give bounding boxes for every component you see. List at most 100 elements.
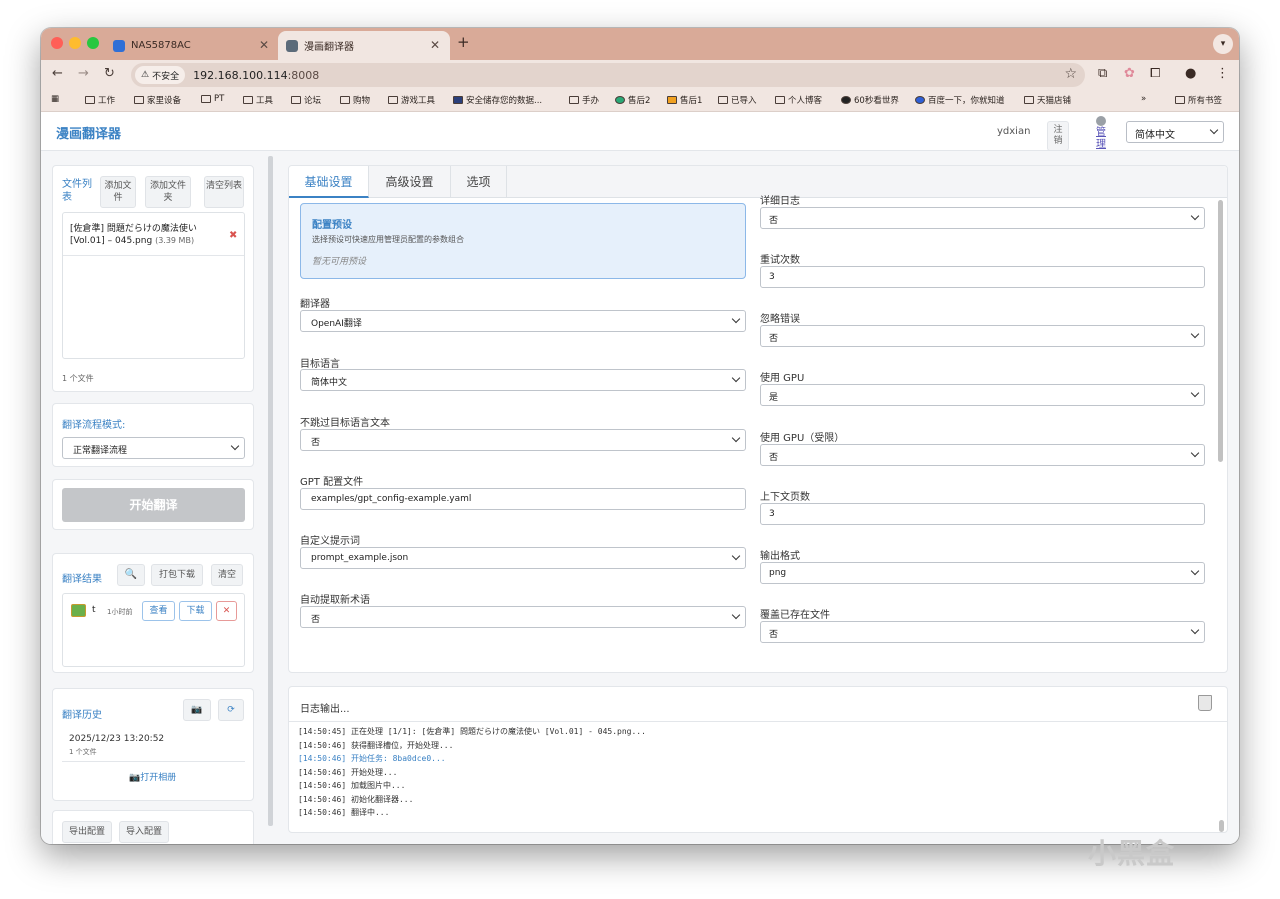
- log-scrollbar-thumb[interactable]: [1219, 820, 1224, 832]
- bookmark-item[interactable]: 购物: [340, 94, 370, 106]
- chevron-down-icon: [731, 373, 741, 383]
- list-item[interactable]: [佐倉準] 問題だらけの魔法使い [Vol.01] – 045.png (3.3…: [70, 223, 220, 247]
- bookmark-item[interactable]: 60秒看世界: [841, 94, 899, 106]
- apps-grid-icon[interactable]: ▦: [51, 94, 59, 104]
- bookmark-star-icon[interactable]: ☆: [1064, 66, 1077, 82]
- bookmark-item[interactable]: 家里设备: [134, 94, 181, 106]
- minimize-window-button[interactable]: [69, 37, 81, 49]
- tab-options[interactable]: 选项: [451, 166, 507, 198]
- overwrite-files-select[interactable]: 否: [760, 621, 1205, 643]
- close-tab-icon[interactable]: ✕: [430, 38, 440, 52]
- camera-icon[interactable]: 📷: [183, 699, 211, 721]
- view-result-button[interactable]: 查看: [142, 601, 175, 621]
- export-config-button[interactable]: 导出配置: [62, 821, 112, 843]
- ignore-errors-select[interactable]: 否: [760, 325, 1205, 347]
- bookmark-item[interactable]: 已导入: [718, 94, 757, 106]
- panel-resizer[interactable]: [268, 156, 273, 826]
- nas-favicon-icon: [113, 39, 125, 52]
- download-result-button[interactable]: 下载: [179, 601, 212, 621]
- browser-menu-icon[interactable]: ⋮: [1216, 66, 1229, 81]
- tab-search-chevron-icon[interactable]: ▾: [1213, 34, 1233, 54]
- divider: [289, 721, 1227, 722]
- address-bar[interactable]: ⚠ 不安全 192.168.100.114:8008 ☆: [131, 63, 1085, 87]
- chevron-down-icon: [731, 314, 741, 324]
- verbose-log-label: 详细日志: [760, 196, 800, 207]
- target-language-select[interactable]: 简体中文: [300, 369, 746, 391]
- bookmark-item[interactable]: 售后1: [667, 94, 702, 106]
- auto-extract-terms-select[interactable]: 否: [300, 606, 746, 628]
- add-folder-button[interactable]: 添加文件夹: [145, 176, 191, 208]
- bookmark-item[interactable]: 论坛: [291, 94, 321, 106]
- gpt-config-input[interactable]: examples/gpt_config-example.yaml: [300, 488, 746, 510]
- no-skip-target-select[interactable]: 否: [300, 429, 746, 451]
- preset-title: 配置预设: [312, 220, 352, 231]
- bookmark-item[interactable]: 天猫店铺: [1024, 94, 1071, 106]
- refresh-icon[interactable]: ⟳: [218, 699, 244, 721]
- delete-result-icon[interactable]: ✕: [216, 601, 237, 621]
- remove-file-icon[interactable]: ✖: [229, 230, 237, 241]
- profile-avatar-icon[interactable]: ●: [1185, 66, 1196, 81]
- log-line: [14:50:46] 开始任务: 8ba0dce0...: [298, 754, 446, 763]
- settings-scrollbar[interactable]: [1218, 197, 1224, 667]
- bookmark-item[interactable]: 手办: [569, 94, 599, 106]
- file-list-box: [佐倉準] 問題だらけの魔法使い [Vol.01] – 045.png (3.3…: [62, 212, 245, 359]
- bookmarks-overflow-button[interactable]: »: [1141, 94, 1146, 104]
- tab-basic-settings[interactable]: 基础设置: [289, 166, 369, 198]
- result-time: 1小时前: [107, 608, 133, 616]
- back-arrow-icon[interactable]: ←: [52, 66, 63, 81]
- bookmark-item[interactable]: PT: [201, 94, 224, 104]
- workflow-select[interactable]: 正常翻译流程: [62, 437, 245, 459]
- open-album-link[interactable]: 📷打开相册: [129, 770, 176, 783]
- admin-button[interactable]: 管 理: [1090, 113, 1112, 150]
- extension-pink-icon[interactable]: ✿: [1124, 66, 1135, 81]
- security-chip[interactable]: ⚠ 不安全: [135, 66, 186, 84]
- pack-download-button[interactable]: 打包下载: [151, 564, 203, 586]
- bookmark-item[interactable]: 安全储存您的数据...: [453, 94, 542, 106]
- reload-icon[interactable]: ↻: [104, 66, 115, 81]
- new-tab-button[interactable]: +: [457, 33, 470, 51]
- extension-icon[interactable]: ⧉: [1098, 66, 1107, 81]
- history-label: 翻译历史: [62, 710, 102, 721]
- start-translate-button[interactable]: 开始翻译: [62, 488, 245, 522]
- verbose-log-select[interactable]: 否: [760, 207, 1205, 229]
- ignore-errors-label: 忽略错误: [760, 314, 800, 325]
- bookmark-item[interactable]: 个人博客: [775, 94, 822, 106]
- add-file-button[interactable]: 添加文件: [100, 176, 136, 208]
- logout-button[interactable]: 注 销: [1047, 121, 1069, 151]
- custom-prompt-select[interactable]: prompt_example.json: [300, 547, 746, 569]
- context-pages-input[interactable]: 3: [760, 503, 1205, 525]
- scrollbar-thumb[interactable]: [1218, 200, 1223, 462]
- page-favicon-icon: [286, 39, 298, 52]
- language-select[interactable]: 简体中文: [1126, 121, 1224, 143]
- tab-advanced-settings[interactable]: 高级设置: [369, 166, 451, 198]
- retry-count-input[interactable]: 3: [760, 266, 1205, 288]
- search-icon[interactable]: 🔍: [117, 564, 145, 586]
- output-format-select[interactable]: png: [760, 562, 1205, 584]
- bookmark-item[interactable]: 游戏工具: [388, 94, 435, 106]
- import-config-button[interactable]: 导入配置: [119, 821, 169, 843]
- clear-results-button[interactable]: 清空: [211, 564, 243, 586]
- use-gpu-select[interactable]: 是: [760, 384, 1205, 406]
- chevron-down-icon: [230, 441, 240, 451]
- bookmark-item[interactable]: 工作: [85, 94, 115, 106]
- tab-strip: NAS5878AC ✕ 漫画翻译器 ✕ + ▾: [41, 28, 1239, 60]
- use-gpu-limited-select[interactable]: 否: [760, 444, 1205, 466]
- close-window-button[interactable]: [51, 37, 63, 49]
- bookmark-item[interactable]: 工具: [243, 94, 273, 106]
- maximize-window-button[interactable]: [87, 37, 99, 49]
- trash-icon[interactable]: [1198, 695, 1212, 711]
- file-list-panel: 文件列表 添加文件 添加文件夹 清空列表 [佐倉準] 問題だらけの魔法使い [V…: [52, 165, 254, 392]
- translator-select[interactable]: OpenAI翻译: [300, 310, 746, 332]
- history-date[interactable]: 2025/12/23 13:20:52: [69, 734, 164, 744]
- clear-list-button[interactable]: 清空列表: [204, 176, 244, 208]
- bookmark-item[interactable]: 售后2: [615, 94, 650, 106]
- close-tab-icon[interactable]: ✕: [259, 38, 269, 52]
- browser-tab-nas[interactable]: NAS5878AC ✕: [107, 31, 279, 60]
- workflow-panel: 翻译流程模式: 正常翻译流程: [52, 403, 254, 467]
- browser-tab-translator[interactable]: 漫画翻译器 ✕: [278, 31, 450, 60]
- bookmark-item[interactable]: 百度一下，你就知道: [915, 94, 1005, 106]
- extensions-puzzle-icon[interactable]: ⧠: [1150, 66, 1160, 81]
- preset-empty: 暂无可用预设: [312, 257, 367, 267]
- all-bookmarks-button[interactable]: 所有书签: [1175, 94, 1222, 106]
- forward-arrow-icon[interactable]: →: [78, 66, 89, 81]
